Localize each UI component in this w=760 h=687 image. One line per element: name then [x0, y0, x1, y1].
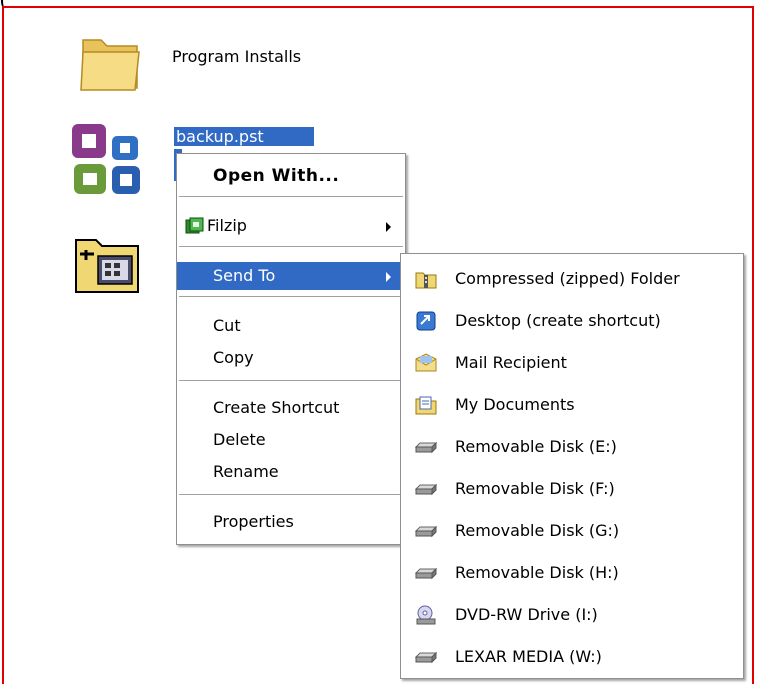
desktop-item-scheduled-tasks[interactable] — [72, 230, 182, 310]
send-to-removable-disk-f[interactable]: Removable Disk (F:) — [401, 474, 743, 504]
context-menu: Open With... Filzip Send To Cut Copy Cre… — [176, 153, 406, 545]
menu-separator — [179, 196, 403, 197]
send-to-compressed-folder[interactable]: Compressed (zipped) Folder — [401, 264, 743, 294]
menu-item-label: Copy — [213, 348, 254, 367]
menu-item-label: Create Shortcut — [213, 398, 340, 417]
menu-item-label: Open With... — [213, 166, 340, 186]
submenu-item-label: Removable Disk (H:) — [455, 563, 619, 582]
menu-item-label: Delete — [213, 430, 266, 449]
send-to-removable-disk-g[interactable]: Removable Disk (G:) — [401, 516, 743, 546]
window-border — [752, 8, 754, 684]
menu-item-rename[interactable]: Rename — [177, 458, 405, 486]
send-to-submenu: Compressed (zipped) Folder Desktop (crea… — [400, 253, 744, 679]
drive-icon — [415, 651, 437, 664]
menu-item-filzip[interactable]: Filzip — [177, 212, 405, 240]
menu-item-cut[interactable]: Cut — [177, 312, 405, 340]
scheduled-tasks-folder-icon — [75, 239, 139, 293]
send-to-mail-recipient[interactable]: Mail Recipient — [401, 348, 743, 378]
zip-folder-icon — [415, 272, 437, 289]
submenu-arrow-icon — [386, 222, 391, 232]
submenu-item-label: Removable Disk (F:) — [455, 479, 615, 498]
desktop-item-label-selected: backup.pst — [174, 127, 314, 146]
mail-icon — [415, 353, 437, 372]
submenu-item-label: Compressed (zipped) Folder — [455, 269, 680, 288]
submenu-item-label: Desktop (create shortcut) — [455, 311, 661, 330]
drive-icon — [415, 525, 437, 538]
menu-separator — [179, 380, 403, 381]
submenu-item-label: Mail Recipient — [455, 353, 567, 372]
desktop-item-program-installs[interactable]: Program Installs — [79, 28, 379, 98]
send-to-desktop[interactable]: Desktop (create shortcut) — [401, 306, 743, 336]
menu-item-create-shortcut[interactable]: Create Shortcut — [177, 394, 405, 422]
explorer-window: Program Installs backup.pst Open With...… — [2, 6, 754, 684]
dvd-drive-icon — [416, 605, 436, 625]
submenu-item-label: Removable Disk (G:) — [455, 521, 620, 540]
menu-separator — [179, 296, 403, 297]
menu-item-send-to[interactable]: Send To — [177, 262, 405, 290]
menu-item-copy[interactable]: Copy — [177, 344, 405, 372]
menu-item-open-with[interactable]: Open With... — [177, 162, 405, 190]
menu-item-label: Send To — [213, 266, 276, 285]
my-documents-icon — [415, 396, 437, 415]
drive-icon — [415, 483, 437, 496]
submenu-item-label: My Documents — [455, 395, 575, 414]
menu-item-label: Properties — [213, 512, 294, 531]
menu-separator — [179, 246, 403, 247]
menu-item-properties[interactable]: Properties — [177, 508, 405, 536]
desktop-shortcut-icon — [416, 311, 436, 331]
drive-icon — [415, 567, 437, 580]
menu-item-label: Filzip — [207, 216, 247, 235]
send-to-my-documents[interactable]: My Documents — [401, 390, 743, 420]
submenu-arrow-icon — [386, 272, 391, 282]
send-to-dvd-rw-drive[interactable]: DVD-RW Drive (I:) — [401, 600, 743, 630]
menu-separator — [179, 494, 403, 495]
menu-item-label: Rename — [213, 462, 279, 481]
send-to-removable-disk-h[interactable]: Removable Disk (H:) — [401, 558, 743, 588]
drive-icon — [415, 441, 437, 454]
submenu-item-label: LEXAR MEDIA (W:) — [455, 647, 602, 666]
menu-item-label: Cut — [213, 316, 241, 335]
submenu-item-label: DVD-RW Drive (I:) — [455, 605, 598, 624]
menu-item-delete[interactable]: Delete — [177, 426, 405, 454]
send-to-removable-disk-e[interactable]: Removable Disk (E:) — [401, 432, 743, 462]
desktop-item-label: Program Installs — [172, 47, 302, 66]
filzip-icon — [185, 217, 204, 234]
submenu-item-label: Removable Disk (E:) — [455, 437, 617, 456]
send-to-lexar-media[interactable]: LEXAR MEDIA (W:) — [401, 642, 743, 672]
outlook-data-file-icon — [72, 124, 140, 194]
folder-icon — [80, 39, 140, 91]
